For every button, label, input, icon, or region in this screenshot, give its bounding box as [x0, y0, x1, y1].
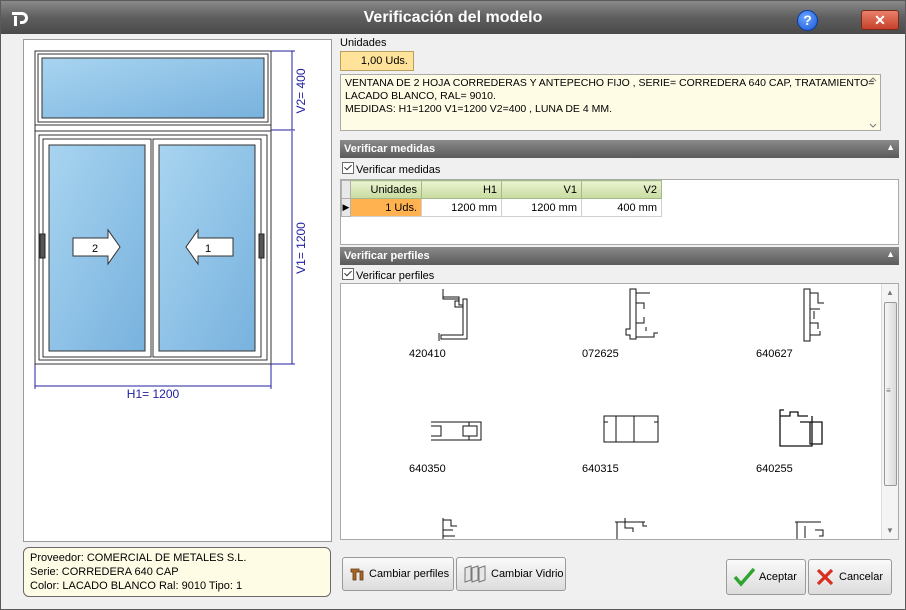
verify-profiles-header[interactable]: Verificar perfiles ▲ — [340, 247, 899, 265]
verify-measures-header[interactable]: Verificar medidas ▲ — [340, 140, 899, 158]
verify-measures-title: Verificar medidas — [344, 143, 436, 155]
profile-code: 420410 — [409, 348, 446, 360]
profiles-icon — [350, 568, 364, 581]
profile-code: 640350 — [409, 463, 446, 475]
profile-section-icon — [625, 288, 658, 340]
profile-code: 640255 — [756, 463, 793, 475]
profile-item[interactable]: 640350 — [409, 412, 529, 475]
dialog-window: Verificación del modelo ? ✕ 2 1 H1= 1200… — [0, 0, 906, 610]
verify-measures-checkbox[interactable]: Verificar medidas — [342, 162, 440, 176]
accept-label: Aceptar — [759, 571, 797, 583]
right-handle — [258, 233, 265, 259]
help-icon[interactable]: ? — [797, 10, 818, 31]
series-text: Serie: CORREDERA 640 CAP — [30, 566, 179, 578]
profile-item[interactable]: 420410 — [409, 287, 529, 360]
column-header-v2[interactable]: V2 — [581, 180, 662, 199]
column-header-h1[interactable]: H1 — [421, 180, 502, 199]
checkbox-checked-icon[interactable] — [342, 268, 354, 280]
v1-dimension-label: V1= 1200 — [294, 222, 308, 274]
profile-section-icon[interactable] — [787, 516, 827, 540]
checkbox-label: Verificar perfiles — [356, 270, 435, 282]
window-drawing: 2 1 H1= 1200 V2= 400 V1= 1200 — [34, 50, 308, 401]
table-row[interactable]: ▶ 1 Uds. 1200 mm 1200 mm 400 mm — [341, 198, 662, 217]
profile-section-icon — [803, 288, 824, 342]
checkbox-checked-icon[interactable] — [342, 162, 354, 174]
profile-code: 072625 — [582, 348, 619, 360]
profile-section-icon — [603, 415, 659, 443]
profile-section-icon[interactable] — [611, 516, 651, 540]
cancel-label: Cancelar — [839, 571, 884, 583]
cell-unidades[interactable]: 1 Uds. — [350, 198, 422, 217]
measures-grid: Unidades H1 V1 V2 ▶ 1 Uds. 1200 mm 1200 … — [340, 179, 899, 245]
verify-profiles-checkbox[interactable]: Verificar perfiles — [342, 268, 434, 282]
profiles-panel: 420410 072625 640627 640350 640315 64025… — [340, 283, 899, 540]
profile-section-icon[interactable] — [439, 516, 479, 540]
profile-item[interactable]: 640255 — [756, 406, 876, 475]
profile-item[interactable]: 640627 — [756, 287, 876, 360]
verify-profiles-title: Verificar perfiles — [344, 250, 430, 262]
cancel-button[interactable]: Cancelar — [808, 559, 892, 595]
left-handle — [39, 233, 46, 259]
right-sash-number: 1 — [205, 243, 211, 255]
checkmark-icon — [733, 567, 755, 587]
supplier-text: Proveedor: COMERCIAL DE METALES S.L. — [30, 552, 247, 564]
change-profiles-label: Cambiar perfiles — [369, 568, 450, 580]
glass-panes-icon — [464, 565, 486, 583]
row-pointer-icon: ▶ — [341, 198, 351, 217]
cell-v1[interactable]: 1200 mm — [501, 198, 582, 217]
collapse-up-icon[interactable]: ▲ — [886, 142, 895, 152]
description-line: MEDIDAS: H1=1200 V1=1200 V2=400 , LUNA D… — [345, 103, 613, 115]
profile-item[interactable]: 640315 — [582, 412, 702, 475]
left-sash-number: 2 — [92, 243, 98, 255]
scroll-up-icon[interactable]: ▲ — [886, 288, 894, 297]
cross-icon — [816, 568, 834, 586]
h1-dimension-label: H1= 1200 — [127, 387, 180, 401]
upper-glass-pane — [41, 57, 265, 119]
cell-h1[interactable]: 1200 mm — [421, 198, 502, 217]
grip-icon: ≡ — [886, 386, 891, 395]
dialog-title: Verificación del modelo — [363, 9, 543, 26]
change-glass-label: Cambiar Vidrio — [491, 568, 564, 580]
column-header-v1[interactable]: V1 — [501, 180, 582, 199]
units-field[interactable]: 1,00 Uds. — [340, 51, 414, 71]
units-label: Unidades — [340, 37, 387, 49]
color-text: Color: LACADO BLANCO Ral: 9010 Tipo: 1 — [30, 580, 243, 592]
profile-code: 640315 — [582, 463, 619, 475]
description-line: LACADO BLANCO, RAL= 9010. — [345, 90, 496, 102]
column-header-unidades[interactable]: Unidades — [350, 180, 422, 199]
row-indicator-header — [341, 180, 351, 199]
scroll-down-icon[interactable]: ▼ — [886, 526, 894, 535]
profile-section-icon — [438, 289, 468, 341]
window-preview: 2 1 H1= 1200 V2= 400 V1= 1200 — [23, 39, 332, 542]
profile-item[interactable]: 072625 — [582, 287, 702, 360]
collapse-up-icon[interactable]: ▲ — [886, 249, 895, 259]
profile-section-icon — [779, 409, 823, 447]
v2-dimension-label: V2= 400 — [294, 68, 308, 113]
description-line: VENTANA DE 2 HOJA CORREDERAS Y ANTEPECHO… — [345, 77, 875, 89]
profile-section-icon — [431, 421, 482, 441]
close-button[interactable]: ✕ — [861, 10, 899, 30]
checkbox-label: Verificar medidas — [356, 164, 441, 176]
description-scrollbar[interactable] — [866, 75, 880, 130]
title-bar: Verificación del modelo ? ✕ — [1, 1, 905, 34]
supplier-info-box: Proveedor: COMERCIAL DE METALES S.L. Ser… — [23, 547, 331, 597]
cell-v2[interactable]: 400 mm — [581, 198, 662, 217]
profiles-scrollbar[interactable]: ▲ ≡ ▼ — [881, 284, 898, 539]
change-glass-button[interactable]: Cambiar Vidrio — [456, 557, 566, 591]
profile-code: 640627 — [756, 348, 793, 360]
change-profiles-button[interactable]: Cambiar perfiles — [342, 557, 454, 591]
accept-button[interactable]: Aceptar — [726, 559, 806, 595]
model-description: VENTANA DE 2 HOJA CORREDERAS Y ANTEPECHO… — [340, 74, 881, 131]
